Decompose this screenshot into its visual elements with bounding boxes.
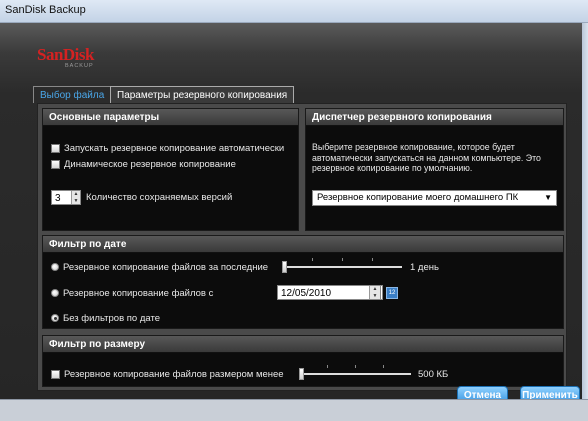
slider-tick [312,258,313,261]
backup-manager-description: Выберите резервное копирование, которое … [312,142,541,173]
date-filter-section: Фильтр по дате Резервное копирование фай… [42,235,564,329]
radio-last-days[interactable] [51,263,59,271]
size-filter-checkbox[interactable] [51,370,60,379]
bottom-strip [0,399,588,421]
auto-backup-label: Запускать резервное копирование автомати… [64,143,285,154]
days-slider-thumb[interactable] [282,261,287,273]
logo-brand: SanDisk [37,45,94,64]
app-body: SanDisk BACKUP Выбор файла Параметры рез… [0,23,582,421]
days-slider-track [282,266,402,268]
versions-stepper[interactable]: 3 ▲ ▼ [51,190,81,205]
date-stepper-arrows-icon[interactable]: ▲ ▼ [369,286,380,299]
no-date-filter-label: Без фильтров по дате [63,313,160,324]
slider-tick [372,258,373,261]
date-input[interactable]: 12/05/2010 [277,285,383,300]
auto-backup-checkbox[interactable] [51,144,60,153]
slider-tick [383,365,384,368]
title-bar: SanDisk Backup [0,0,588,23]
versions-value: 3 [55,193,61,204]
main-params-section: Основные параметры Запускать резервное к… [42,108,299,231]
dynamic-backup-checkbox[interactable] [51,160,60,169]
tab-backup-settings[interactable]: Параметры резервного копирования [110,86,295,103]
size-filter-label: Резервное копирование файлов размером ме… [64,369,284,380]
logo-sub: BACKUP [65,63,94,69]
days-value: 1 день [410,262,439,273]
slider-tick [342,258,343,261]
radio-since-date[interactable] [51,289,59,297]
window-title: SanDisk Backup [5,4,86,16]
sandisk-logo: SanDisk BACKUP [37,45,99,73]
backup-manager-section: Диспетчер резервного копирования Выберит… [305,108,564,231]
size-filter-header: Фильтр по размеру [43,336,563,353]
size-value: 500 КБ [418,369,449,380]
backup-select-value: Резервное копирование моего домашнего ПК [317,192,519,203]
settings-panel: Основные параметры Запускать резервное к… [37,103,567,391]
dropdown-arrow-icon: ▼ [544,193,552,202]
radio-no-date-filter[interactable] [51,314,59,322]
backup-select[interactable]: Резервное копирование моего домашнего ПК… [312,190,557,206]
window-frame-right [582,23,588,421]
date-value: 12/05/2010 [281,288,332,299]
backup-manager-header: Диспетчер резервного копирования [306,109,563,126]
tab-file-selection[interactable]: Выбор файла [33,86,112,103]
date-stepper[interactable]: ▲ ▼ [369,285,381,300]
last-days-label: Резервное копирование файлов за последни… [63,262,269,273]
days-slider[interactable] [282,258,402,273]
since-date-label: Резервное копирование файлов с [63,288,214,299]
slider-tick [355,365,356,368]
size-slider[interactable] [299,365,411,380]
slider-tick [327,365,328,368]
date-filter-header: Фильтр по дате [43,236,563,253]
stepper-arrows-icon[interactable]: ▲ ▼ [71,191,80,204]
main-params-header: Основные параметры [43,109,298,126]
size-filter-section: Фильтр по размеру Резервное копирование … [42,335,564,387]
dynamic-backup-label: Динамическое резервное копирование [64,159,236,170]
size-slider-track [299,373,411,375]
versions-label: Количество сохраняемых версий [86,192,233,203]
size-slider-thumb[interactable] [299,368,304,380]
calendar-icon[interactable]: 12 [386,287,398,299]
